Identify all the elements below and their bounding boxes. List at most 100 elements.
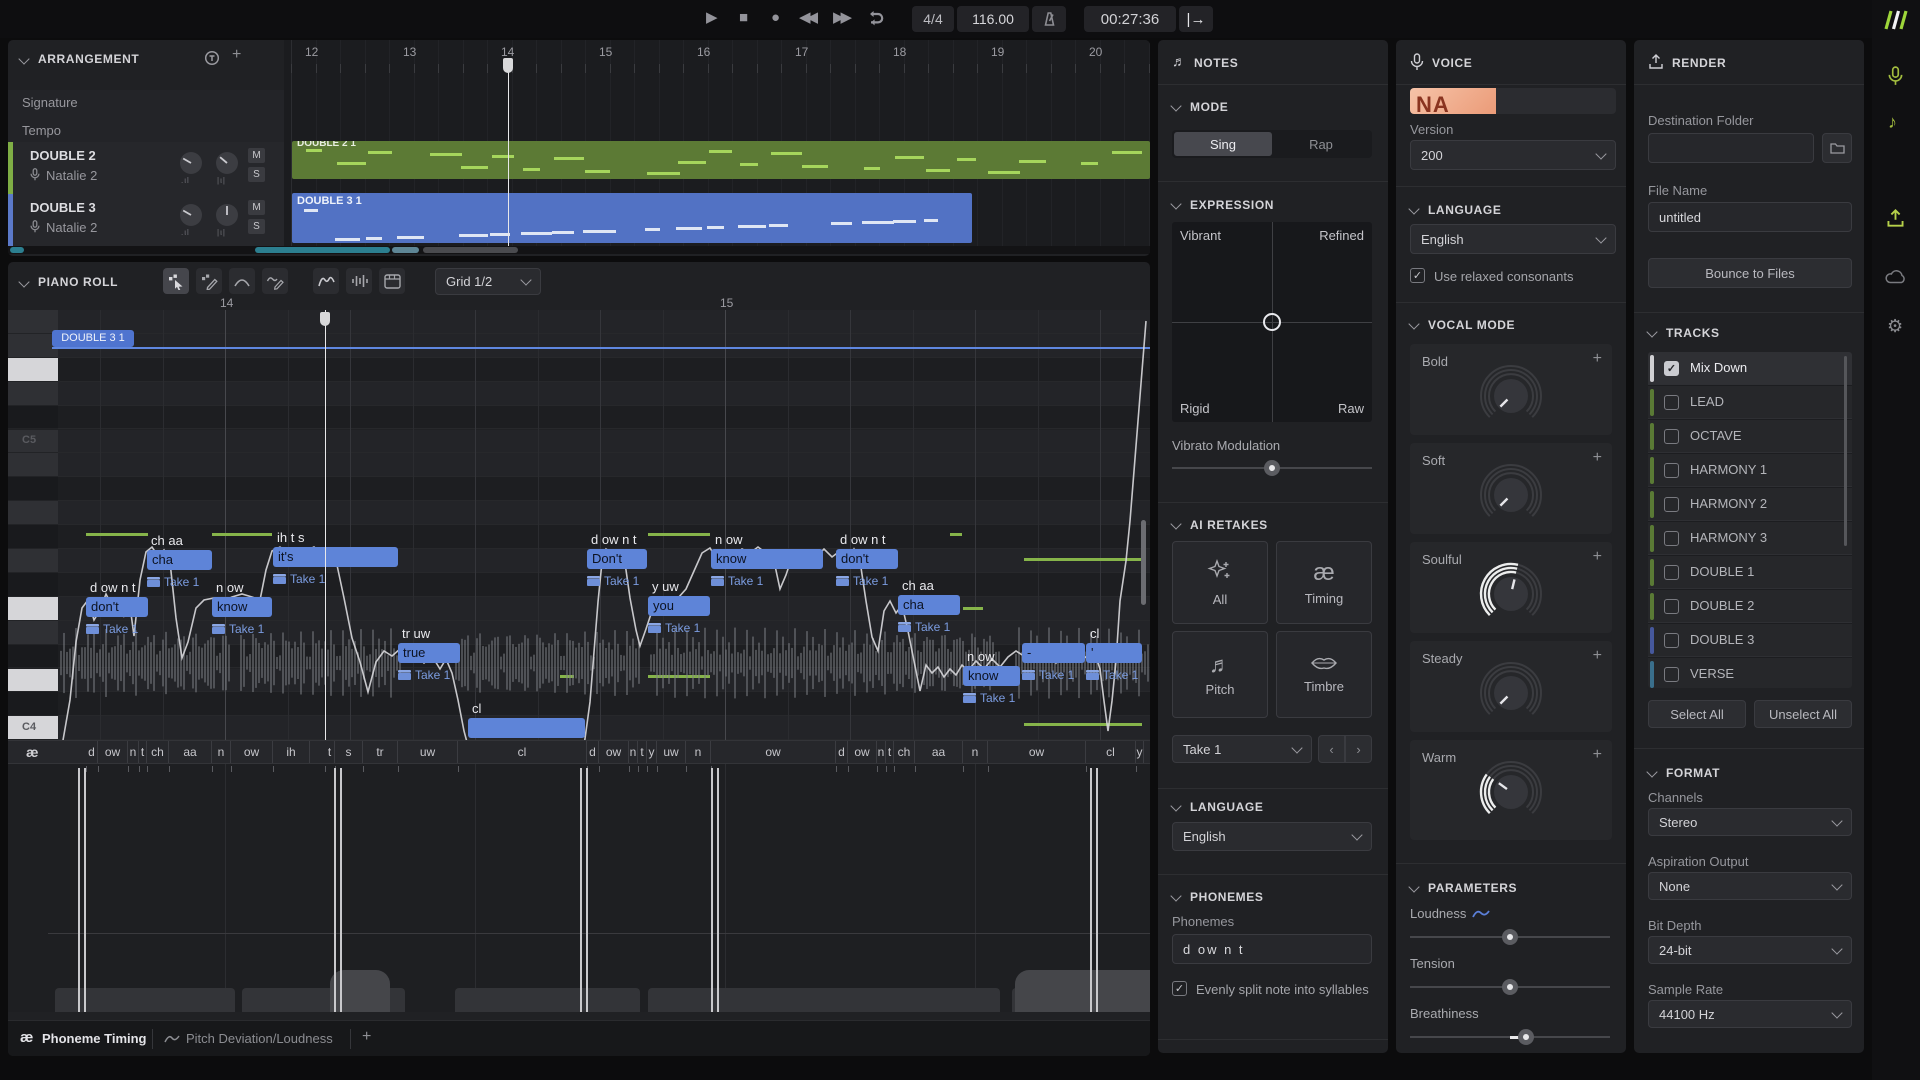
phoneme-segment[interactable]: ow (599, 741, 629, 763)
format-dropdown-bit-depth[interactable]: 24-bit (1648, 936, 1852, 964)
piano-note[interactable]: know (212, 597, 272, 617)
phoneme-segment[interactable]: d (836, 741, 848, 763)
take-chip[interactable]: Take 1 (86, 622, 138, 636)
param-loudness-handle[interactable] (1502, 929, 1518, 945)
phoneme-segment[interactable]: d (587, 741, 599, 763)
arrangement-playhead-head[interactable] (503, 58, 513, 73)
arrangement-track-row[interactable]: DOUBLE 2Natalie 2.ιl|ι|MS (8, 142, 284, 195)
tool-pitch-arc[interactable] (229, 268, 255, 294)
piano-note[interactable]: true (398, 643, 460, 663)
phoneme-segment[interactable]: ch (894, 741, 915, 763)
piano-note[interactable]: Don't (587, 549, 647, 569)
solo-button[interactable]: S (248, 167, 265, 182)
phoneme-segment[interactable]: aa (169, 741, 212, 763)
phoneme-segment[interactable]: n (963, 741, 988, 763)
phoneme-segment[interactable]: t (139, 741, 147, 763)
phoneme-segment[interactable]: y (1136, 741, 1144, 763)
time-display[interactable]: 00:27:36 (1084, 6, 1176, 32)
take-chip[interactable]: Take 1 (648, 621, 700, 635)
piano-note[interactable]: know (711, 549, 823, 569)
phoneme-segment[interactable]: cl (1086, 741, 1136, 763)
phoneme-spike[interactable] (1096, 768, 1098, 1012)
take-chip[interactable]: Take 1 (273, 572, 325, 586)
take-chip[interactable]: Take 1 (836, 574, 888, 588)
tool-draw[interactable] (196, 268, 222, 294)
piano-key[interactable] (8, 692, 58, 716)
phoneme-segment[interactable]: ow (98, 741, 128, 763)
clip-double-3-1[interactable]: DOUBLE 3 1 (292, 193, 972, 243)
take-chip[interactable]: Take 1 (147, 575, 199, 589)
take-chip[interactable]: Take 1 (398, 668, 450, 682)
follow-playhead-toggle[interactable]: |→ (1179, 6, 1213, 32)
settings-rail-icon[interactable]: ⚙ (1887, 316, 1903, 337)
rewind-button[interactable]: ◀◀ (799, 8, 814, 28)
phoneme-spike[interactable] (340, 768, 342, 1012)
note-language-dropdown[interactable]: English (1172, 822, 1372, 851)
take-next-button[interactable]: › (1345, 735, 1372, 763)
phoneme-segment[interactable]: t (886, 741, 894, 763)
loop-icon[interactable] (866, 10, 885, 27)
tab-phoneme-timing[interactable]: Phoneme Timing (42, 1031, 147, 1046)
expression-xy-pad[interactable]: Vibrant Refined Rigid Raw (1172, 222, 1372, 422)
piano-key[interactable] (8, 477, 58, 501)
piano-key[interactable] (8, 549, 58, 573)
piano-note[interactable]: - (1022, 643, 1085, 663)
toggle-pitch-curve[interactable] (313, 268, 339, 294)
format-dropdown-sample-rate[interactable]: 44100 Hz (1648, 1000, 1852, 1028)
piano-key[interactable] (8, 334, 58, 358)
phoneme-spike[interactable] (586, 768, 588, 1012)
phoneme-spike[interactable] (1090, 768, 1092, 1012)
mode-sing-button[interactable]: Sing (1174, 132, 1272, 156)
volume-knob[interactable] (178, 150, 204, 176)
ai-retake-timing-button[interactable]: æ Timing (1276, 541, 1372, 624)
phoneme-segment[interactable]: ih (273, 741, 310, 763)
piano-key[interactable] (8, 501, 58, 525)
grid-size-dropdown[interactable]: Grid 1/2 (435, 268, 541, 295)
voice-rail-icon[interactable] (1887, 66, 1904, 86)
piano-key[interactable] (8, 453, 58, 477)
phoneme-segment[interactable]: aa (915, 741, 963, 763)
param-tension-handle[interactable] (1502, 979, 1518, 995)
ai-retake-timbre-button[interactable]: Timbre (1276, 631, 1372, 718)
solo-button[interactable]: S (248, 219, 265, 234)
arrangement-playhead[interactable] (508, 58, 509, 246)
tool-select[interactable] (163, 268, 189, 294)
phoneme-spike[interactable] (711, 768, 713, 1012)
take-chip[interactable]: Take 1 (587, 574, 639, 588)
pan-knob[interactable] (214, 150, 240, 176)
phoneme-segment[interactable]: y (647, 741, 657, 763)
cloud-rail-icon[interactable] (1885, 268, 1907, 284)
piano-note[interactable]: it's (273, 547, 398, 567)
automation-wave-icon[interactable] (1472, 908, 1490, 919)
tool-pitch-draw[interactable] (262, 268, 288, 294)
piano-note[interactable] (468, 718, 585, 738)
piano-note[interactable]: you (648, 596, 710, 616)
phoneme-segment[interactable]: uw (657, 741, 686, 763)
add-parameter-tab-button[interactable]: + (362, 1028, 371, 1046)
pan-knob[interactable] (214, 202, 240, 228)
piano-roll-playhead-head[interactable] (320, 312, 330, 326)
ai-retake-pitch-button[interactable]: ♬ Pitch (1172, 631, 1268, 718)
take-chip[interactable]: Take 1 (963, 691, 1015, 705)
phoneme-spike[interactable] (717, 768, 719, 1012)
take-chip[interactable]: Take 1 (898, 620, 950, 634)
phoneme-segment[interactable]: n (629, 741, 638, 763)
phoneme-spike[interactable] (78, 768, 80, 1012)
phoneme-segment[interactable]: ch (147, 741, 169, 763)
stop-button[interactable]: ■ (739, 8, 748, 28)
piano-key[interactable] (8, 573, 58, 597)
piano-key[interactable] (8, 525, 58, 549)
phoneme-segment[interactable]: t (638, 741, 647, 763)
piano-key[interactable] (8, 406, 58, 430)
phoneme-segment[interactable]: n (877, 741, 886, 763)
metronome-toggle[interactable] (1032, 6, 1066, 32)
take-chip[interactable]: Take 1 (212, 622, 264, 636)
fast-forward-button[interactable]: ▶▶ (833, 8, 848, 28)
mode-rap-button[interactable]: Rap (1272, 132, 1370, 156)
evenly-split-checkbox[interactable]: ✓ (1172, 981, 1187, 996)
phoneme-segment[interactable]: n (128, 741, 139, 763)
phoneme-spike[interactable] (334, 768, 336, 1012)
mute-button[interactable]: M (248, 148, 265, 163)
piano-note[interactable]: cha (898, 595, 960, 615)
phoneme-segment[interactable]: s (335, 741, 363, 763)
